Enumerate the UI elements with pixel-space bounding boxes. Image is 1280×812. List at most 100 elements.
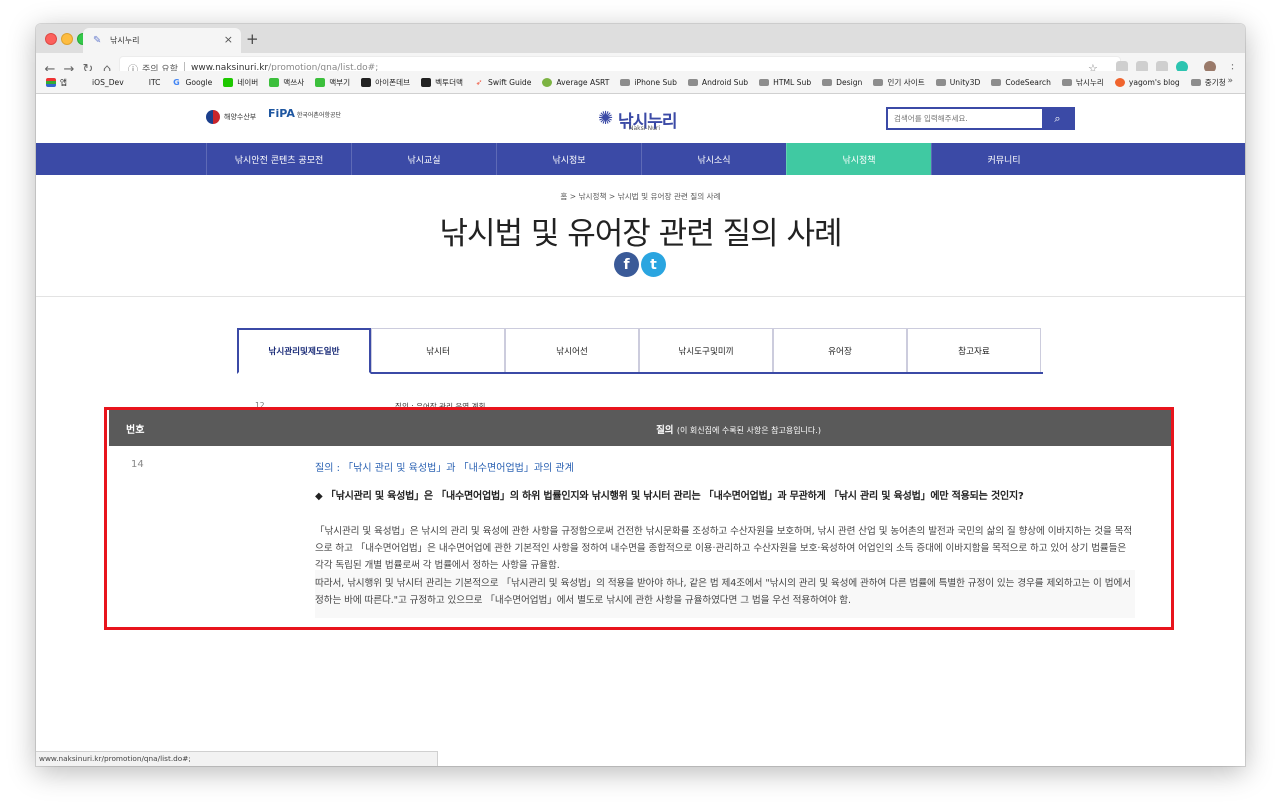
nav-item[interactable]: 낚시교실: [351, 143, 496, 175]
bookmark-item[interactable]: Android Sub: [687, 77, 749, 87]
item-answer-2: 따라서, 낚시행위 및 낚시터 관리는 기본적으로 「낚시관리 및 육성법」의 …: [315, 570, 1135, 618]
bookmark-item[interactable]: yagom's blog: [1114, 77, 1180, 87]
bookmark-label: 앱: [60, 77, 67, 87]
bookmark-item[interactable]: 낚시누리: [1061, 77, 1104, 88]
bookmark-item[interactable]: ➶ Swift Guide: [474, 77, 532, 87]
bookmark-item[interactable]: iPhone Sub: [620, 78, 677, 87]
bookmark-item[interactable]: 맥쓰사: [269, 77, 304, 88]
bookmark-item[interactable]: 맥부기: [315, 77, 350, 88]
apple-icon: [135, 78, 145, 87]
status-bar: www.naksinuri.kr/promotion/qna/list.do#;: [36, 751, 438, 766]
folder-icon: [620, 78, 631, 86]
bookmark-item[interactable]: 중기청: [1190, 77, 1226, 88]
bookmark-item[interactable]: 벡투더맥: [421, 77, 463, 88]
gov-logo[interactable]: 해양수산부: [206, 110, 256, 124]
bookmark-label: 낚시누리: [1075, 77, 1104, 87]
bookmark-item[interactable]: 인기 사이트: [873, 77, 925, 88]
bookmark-item[interactable]: 아이폰데브: [361, 77, 410, 88]
site-search: ⌕: [886, 107, 1075, 130]
nav-item[interactable]: 낚시정책: [786, 143, 931, 175]
header-note: (이 회신집에 수록된 사항은 참고용입니다.): [676, 426, 821, 435]
header-question: 질의 (이 회신집에 수록된 사항은 참고용입니다.): [109, 422, 1173, 436]
bookmark-item[interactable]: HTML Sub: [759, 78, 811, 87]
blog-icon: [1114, 77, 1125, 87]
bookmark-label: CodeSearch: [1005, 77, 1051, 87]
nav-item[interactable]: 낚시소식: [641, 143, 786, 175]
bookmark-item[interactable]: Unity3D: [935, 77, 981, 87]
item-number: 14: [131, 459, 144, 470]
twitter-icon[interactable]: t: [641, 252, 666, 277]
bookmark-label: Swift Guide: [488, 77, 532, 87]
bookmark-item[interactable]: 앱: [46, 77, 67, 88]
item-title[interactable]: 질의 : 「낚시 관리 및 육성법」과 「내수면어업법」과의 관계: [315, 459, 574, 474]
folder-icon: [991, 78, 1002, 86]
browser-window: ✎ 낚시누리 × + ← → ↻ ⌂ ⓘ 주의 요함 www.naksinuri…: [36, 24, 1245, 766]
bookmark-label: Average ASRT: [556, 77, 610, 87]
nav-item[interactable]: 커뮤니티: [931, 143, 1076, 175]
page-heading: 홈 > 낚시정책 > 낚시법 및 유어장 관련 질의 사례 낚시법 및 유어장 …: [36, 175, 1245, 297]
close-window-button[interactable]: [45, 33, 57, 45]
naver-icon: [223, 77, 234, 87]
nav-item[interactable]: 낚시정보: [496, 143, 641, 175]
bookmark-label: 맥부기: [329, 77, 351, 87]
close-tab-icon[interactable]: ×: [224, 33, 233, 46]
category-tab[interactable]: 낚시도구및미끼: [639, 328, 773, 372]
bookmark-label: 벡투더맥: [435, 77, 464, 87]
bookmark-label: yagom's blog: [1128, 77, 1180, 87]
category-tab[interactable]: 낚시어선: [505, 328, 639, 372]
category-tabs: 낚시관리및제도일반 낚시터 낚시어선 낚시도구및미끼 유어장 참고자료: [237, 328, 1043, 374]
taegeuk-icon: [206, 110, 220, 124]
bookmark-item[interactable]: Design: [822, 78, 862, 87]
bookmarks-more-icon[interactable]: »: [1227, 76, 1233, 86]
page-title: 낚시법 및 유어장 관련 질의 사례: [439, 216, 842, 252]
minimize-window-button[interactable]: [61, 33, 73, 45]
breadcrumb: 홈 > 낚시정책 > 낚시법 및 유어장 관련 질의 사례: [560, 192, 721, 201]
bookmark-label: Design: [836, 77, 863, 87]
site-logo[interactable]: ✺ 낚시누리 Naksi-Nuri: [596, 104, 686, 134]
bookmark-label: 인기 사이트: [887, 77, 925, 87]
facebook-icon[interactable]: f: [614, 252, 639, 277]
tab-title: 낚시누리: [110, 36, 140, 45]
swift-icon: ➶: [475, 77, 483, 87]
nav-item[interactable]: 낚시안전 콘텐츠 공모전: [206, 143, 351, 175]
fipa-logo[interactable]: FiPA 한국어촌어항공단: [268, 107, 341, 120]
category-tab[interactable]: 유어장: [773, 328, 907, 372]
bookmark-label: Unity3D: [949, 77, 981, 87]
table-header: 번호 질의 (이 회신집에 수록된 사항은 참고용입니다.): [109, 409, 1173, 446]
category-tab[interactable]: 낚시관리및제도일반: [237, 328, 371, 374]
folder-icon: [687, 78, 698, 86]
web-page: 해양수산부 FiPA 한국어촌어항공단 ✺ 낚시누리 Naksi-Nuri ⌕ …: [36, 94, 1245, 766]
bookmark-label: ITC: [148, 77, 161, 87]
bookmark-label: 네이버: [237, 77, 259, 87]
bookmark-item[interactable]: G Google: [171, 78, 212, 87]
browser-tab[interactable]: ✎ 낚시누리 ×: [83, 28, 241, 53]
gov-label: 해양수산부: [224, 113, 257, 121]
search-icon[interactable]: ⌕: [1042, 109, 1073, 128]
apps-icon: [46, 77, 56, 87]
bookmark-label: Android Sub: [701, 77, 749, 87]
search-input[interactable]: [888, 109, 1042, 128]
category-tab[interactable]: 낚시터: [371, 328, 505, 372]
folder-icon: [1061, 78, 1072, 86]
new-tab-button[interactable]: +: [246, 30, 259, 48]
category-tab[interactable]: 참고자료: [907, 328, 1041, 372]
qna-detail: 14 질의 : 「낚시 관리 및 육성법」과 「내수면어업법」과의 관계 ◆ 「…: [109, 446, 1173, 624]
dark-icon: [361, 77, 372, 87]
bookmarks-bar: 앱 iOS_Dev ITC G Google 네이버 맥쓰사 맥부기 아이폰데브 벡투더맥 ➶ Swi…: [36, 71, 1245, 94]
bookmark-item[interactable]: CodeSearch: [991, 78, 1051, 87]
item-answer-1: 「낚시관리 및 육성법」은 낚시의 관리 및 육성에 관한 사항을 규정함으로써…: [315, 526, 1133, 571]
folder-icon: [873, 78, 884, 86]
google-icon: G: [173, 77, 180, 87]
main-nav: 낚시안전 콘텐츠 공모전 낚시교실 낚시정보 낚시소식 낚시정책 커뮤니티: [36, 143, 1245, 175]
folder-icon: [1190, 78, 1201, 86]
bookmark-item[interactable]: iOS_Dev: [78, 78, 124, 87]
bookmark-item[interactable]: ITC: [135, 78, 161, 87]
avg-icon: [542, 77, 553, 87]
expanded-qna: 번호 질의 (이 회신집에 수록된 사항은 참고용입니다.) 14 질의 : 「…: [109, 409, 1173, 624]
tab-strip: ✎ 낚시누리 × +: [36, 24, 1245, 53]
bookmark-label: Google: [185, 77, 213, 87]
bookmark-item[interactable]: 네이버: [223, 77, 258, 88]
bookmark-label: HTML Sub: [773, 77, 812, 87]
brand-sub: Naksi-Nuri: [629, 125, 661, 132]
bookmark-item[interactable]: Average ASRT: [542, 77, 610, 87]
